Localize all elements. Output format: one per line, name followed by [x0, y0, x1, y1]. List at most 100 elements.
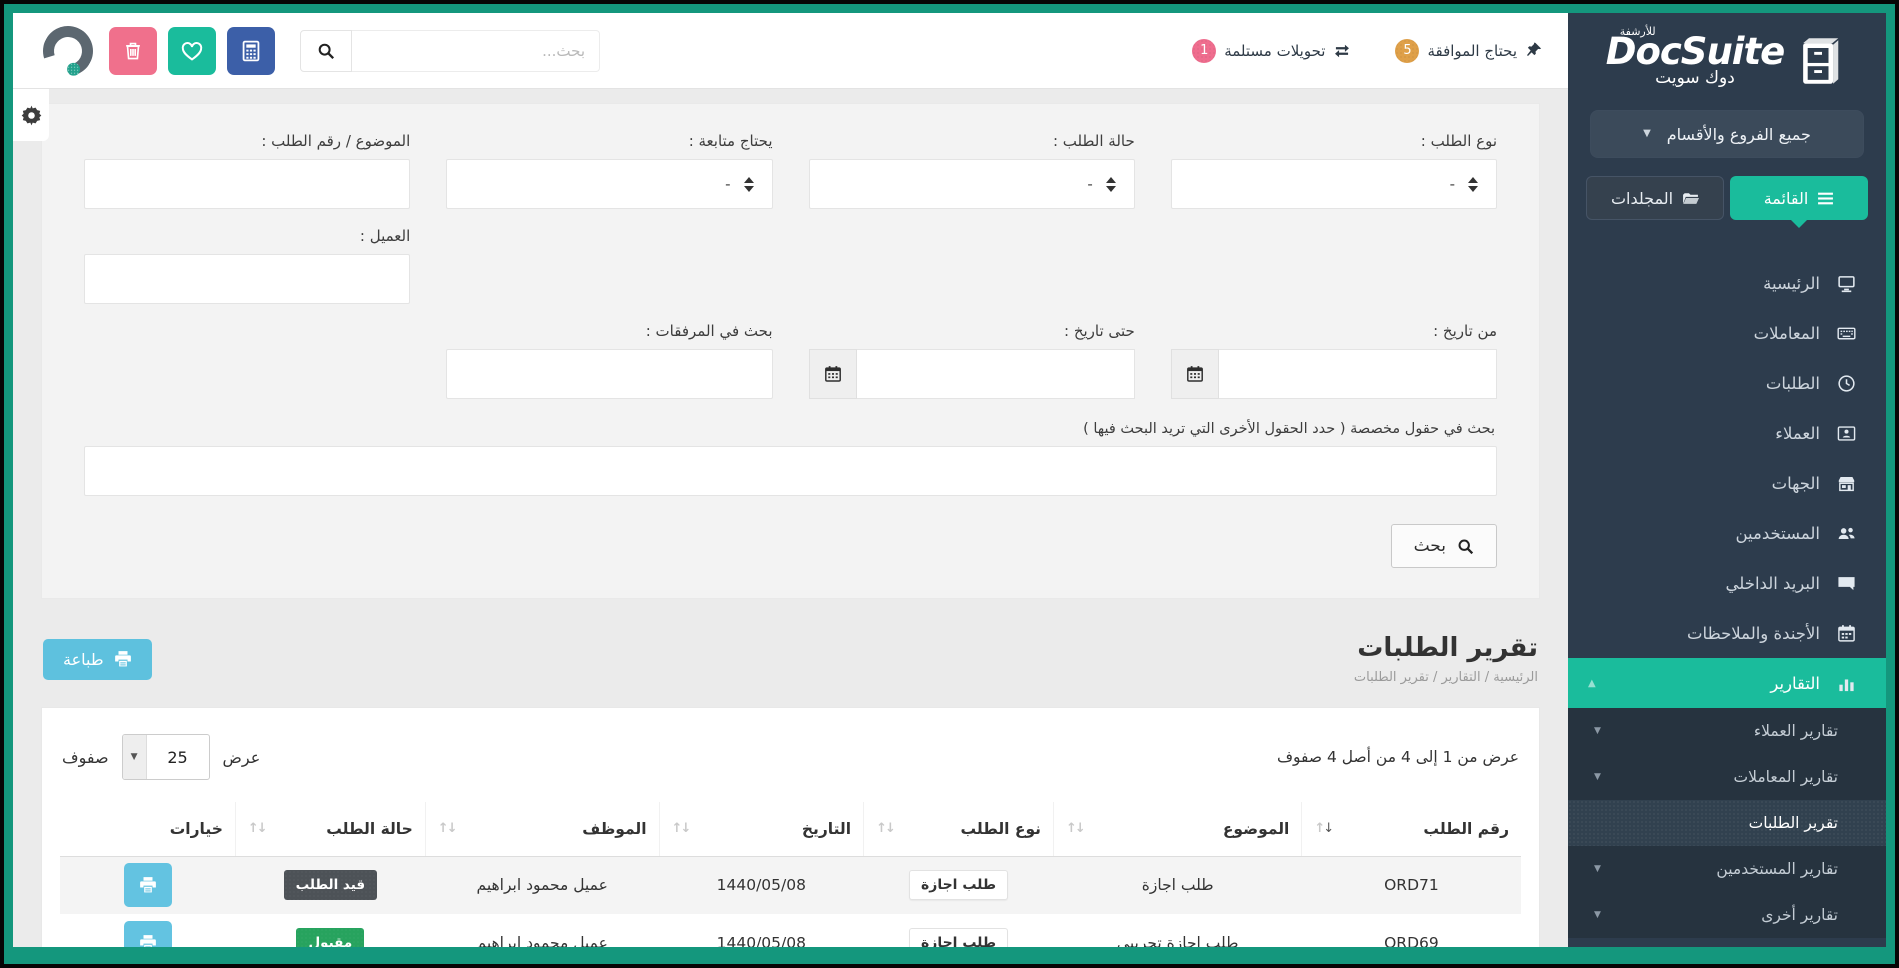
- request-type-value: -: [1450, 175, 1455, 193]
- sidebar-item-home[interactable]: الرئيسية: [1568, 258, 1886, 308]
- attachments-label: بحث في المرفقات :: [446, 322, 772, 340]
- sidebar-item-clients[interactable]: العملاء: [1568, 408, 1886, 458]
- sidebar-item-transactions[interactable]: المعاملات: [1568, 308, 1886, 358]
- from-date-label: من تاريخ :: [1171, 322, 1497, 340]
- search-input[interactable]: [352, 30, 600, 72]
- tab-list[interactable]: القائمة: [1730, 176, 1868, 220]
- sidebar-item-entities[interactable]: الجهات: [1568, 458, 1886, 508]
- printer-icon: [139, 876, 157, 894]
- sidebar-item-label: العملاء: [1775, 424, 1820, 443]
- count-badge: 1: [1192, 39, 1216, 63]
- sidebar-item-label: الرئيسية: [1763, 274, 1820, 293]
- requests-table: رقم الطلب↓↑ الموضوع↓↑ نوع الطلب↓↑ التاري…: [60, 802, 1521, 947]
- content-area: نوع الطلب : - حالة الطلب : -: [13, 89, 1568, 947]
- request-status-field: حالة الطلب : -: [809, 132, 1135, 209]
- calendar-icon: [1186, 365, 1204, 383]
- page-size-value: 25: [147, 735, 209, 779]
- col-date[interactable]: التاريخ↓↑: [659, 802, 864, 856]
- col-request-status[interactable]: حالة الطلب↓↑: [235, 802, 425, 856]
- to-date-field: حتى تاريخ :: [809, 322, 1135, 399]
- calendar-addon[interactable]: [809, 349, 857, 399]
- page-size-select[interactable]: ▼ 25: [122, 734, 210, 780]
- table-row: ORD71 طلب اجازة طلب اجازة 1440/05/08 عمي…: [60, 856, 1521, 914]
- date-value: 1440/05/08: [717, 934, 806, 947]
- breadcrumb: الرئيسية / التقارير / تقرير الطلبات: [1354, 670, 1538, 685]
- submenu-item-user-reports[interactable]: تقارير المستخدمين ▼: [1568, 846, 1886, 892]
- request-status-label: حالة الطلب :: [809, 132, 1135, 150]
- sidebar-item-label: المستخدمين: [1735, 524, 1820, 543]
- to-date-input[interactable]: [857, 349, 1135, 399]
- desktop-icon: [1837, 274, 1856, 293]
- page-size-control: عرض ▼ 25 صفوف: [62, 734, 260, 780]
- branch-selector-label: جميع الفروع والأقسام: [1667, 125, 1811, 144]
- sidebar-item-internal-mail[interactable]: البريد الداخلي: [1568, 558, 1886, 608]
- client-field: العميل :: [84, 227, 410, 304]
- sort-icon: ↓↑: [248, 821, 266, 836]
- avatar[interactable]: [34, 17, 102, 85]
- custom-fields-input[interactable]: [84, 446, 1497, 496]
- favorites-button[interactable]: [168, 27, 216, 75]
- branch-selector[interactable]: جميع الفروع والأقسام ▼: [1590, 110, 1864, 158]
- tab-folders[interactable]: المجلدات: [1586, 176, 1724, 220]
- col-options[interactable]: خيارات: [60, 802, 235, 856]
- page-size-prefix: عرض: [223, 748, 261, 767]
- needs-follow-select[interactable]: -: [446, 159, 772, 209]
- report-card: عرض من 1 إلى 4 من أصل 4 صفوف عرض ▼ 25 صف…: [41, 707, 1540, 947]
- attachments-field: بحث في المرفقات :: [446, 322, 772, 399]
- sidebar-item-requests[interactable]: الطلبات: [1568, 358, 1886, 408]
- submenu-item-label: تقارير المعاملات: [1734, 768, 1839, 786]
- filter-search-button[interactable]: بحث: [1391, 524, 1497, 568]
- needs-approval-label: يحتاج الموافقة: [1427, 42, 1517, 60]
- spinner-icon: [744, 177, 754, 192]
- sidebar-item-users[interactable]: المستخدمين: [1568, 508, 1886, 558]
- col-request-id[interactable]: رقم الطلب↓↑: [1302, 802, 1521, 856]
- cell-options: [60, 856, 235, 914]
- settings-tab[interactable]: [13, 89, 49, 141]
- from-date-input[interactable]: [1219, 349, 1497, 399]
- request-status-select[interactable]: -: [809, 159, 1135, 209]
- subject-input[interactable]: [84, 159, 410, 209]
- window-frame: للأرشفة DocSuite دوك سويت جميع الفروع وا…: [0, 0, 1899, 968]
- pin-icon: [1525, 42, 1542, 59]
- spinner-icon: [1106, 177, 1116, 192]
- main-area: 1 تحويلات مستلمة 5 يحتاج الموافقة: [13, 13, 1568, 947]
- col-subject[interactable]: الموضوع↓↑: [1054, 802, 1302, 856]
- sidebar-item-agenda[interactable]: الأجندة والملاحظات: [1568, 608, 1886, 658]
- sidebar-item-reports[interactable]: التقارير ▲: [1568, 658, 1886, 708]
- needs-approval-item[interactable]: 5 يحتاج الموافقة: [1395, 39, 1542, 63]
- search-button[interactable]: [300, 30, 352, 72]
- col-request-type[interactable]: نوع الطلب↓↑: [864, 802, 1054, 856]
- sidebar: للأرشفة DocSuite دوك سويت جميع الفروع وا…: [1568, 13, 1886, 947]
- trash-icon: [122, 40, 144, 62]
- needs-follow-field: يحتاج متابعة : -: [446, 132, 772, 209]
- sidebar-menu: الرئيسية المعاملات الطلبات: [1568, 236, 1886, 708]
- chevron-down-icon: ▼: [1594, 910, 1601, 920]
- submenu-item-other-reports[interactable]: تقارير أخرى ▼: [1568, 892, 1886, 938]
- col-label: التاريخ: [802, 820, 851, 838]
- chat-icon: [1837, 574, 1856, 593]
- chevron-down-icon: ▼: [1594, 864, 1601, 874]
- chevron-up-icon: ▲: [1588, 678, 1596, 689]
- row-print-button[interactable]: [124, 863, 172, 907]
- printer-icon: [114, 650, 132, 668]
- submenu-item-requests-report[interactable]: تقرير الطلبات: [1568, 800, 1886, 846]
- request-type-select[interactable]: -: [1171, 159, 1497, 209]
- received-transfers-item[interactable]: 1 تحويلات مستلمة: [1192, 39, 1351, 63]
- row-print-button[interactable]: [124, 921, 172, 947]
- report-title-block: تقرير الطلبات الرئيسية / التقارير / تقري…: [1354, 633, 1538, 685]
- submenu-item-client-reports[interactable]: تقارير العملاء ▼: [1568, 708, 1886, 754]
- submenu-item-transaction-reports[interactable]: تقارير المعاملات ▼: [1568, 754, 1886, 800]
- sidebar-tabs: القائمة المجلدات: [1568, 172, 1886, 236]
- attachments-input[interactable]: [446, 349, 772, 399]
- calculator-button[interactable]: [227, 27, 275, 75]
- building-icon: [1837, 474, 1856, 493]
- cell-request-id: ORD71: [1302, 856, 1521, 914]
- status-badge: مقبول: [296, 928, 364, 947]
- col-employee[interactable]: الموظف↓↑: [425, 802, 659, 856]
- col-label: نوع الطلب: [961, 820, 1042, 838]
- submenu-item-label: تقارير المستخدمين: [1716, 860, 1838, 878]
- calendar-addon[interactable]: [1171, 349, 1219, 399]
- print-report-button[interactable]: طباعة: [43, 639, 152, 680]
- client-input[interactable]: [84, 254, 410, 304]
- trash-button[interactable]: [109, 27, 157, 75]
